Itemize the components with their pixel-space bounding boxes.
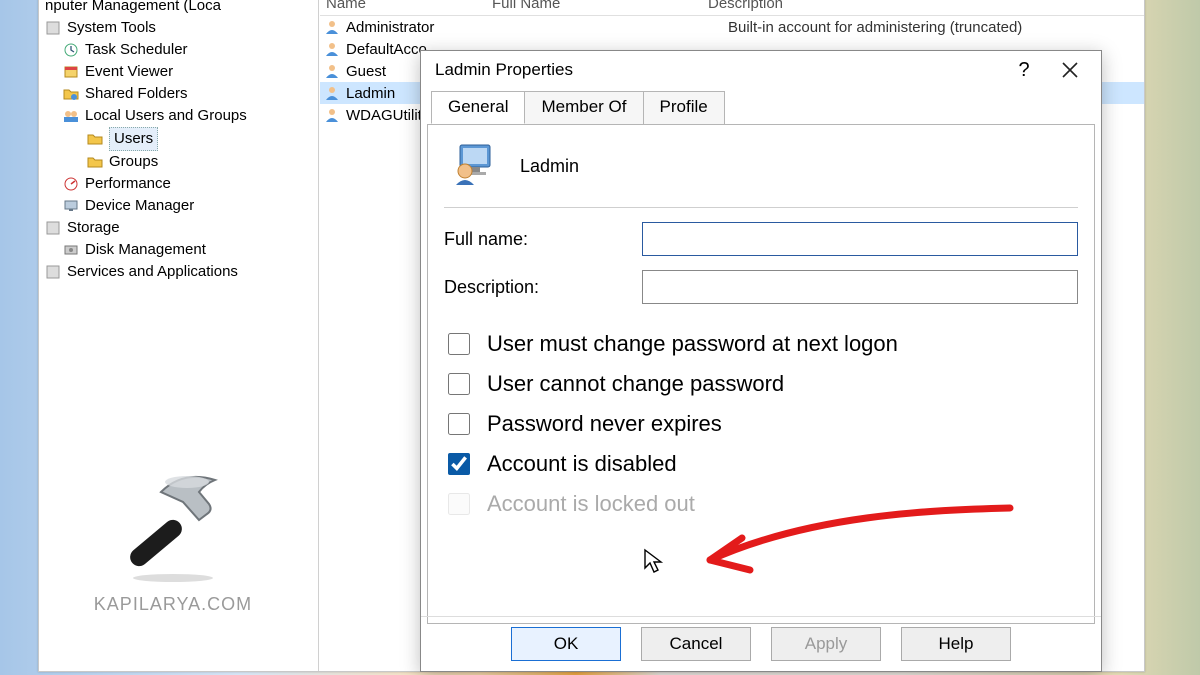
user-account-icon: [452, 141, 498, 191]
perf-icon: [63, 176, 79, 192]
device-icon: [63, 198, 79, 214]
checkbox-account-locked: Account is locked out: [444, 490, 1078, 518]
folder-icon: [87, 131, 103, 147]
fullname-input[interactable]: [642, 222, 1078, 256]
apply-button[interactable]: Apply: [771, 627, 881, 661]
description-input[interactable]: [642, 270, 1078, 304]
event-icon: [63, 64, 79, 80]
tree-item-label: Users: [109, 127, 158, 151]
user-name-cell: Administrator: [346, 19, 506, 36]
folder-share-icon: [63, 86, 79, 102]
tree-item-system-tools[interactable]: System Tools: [45, 17, 318, 39]
watermark: KAPILARYA.COM: [73, 462, 273, 615]
fullname-label: Full name:: [444, 229, 642, 250]
properties-dialog: Ladmin Properties ? General Member Of Pr…: [420, 50, 1102, 672]
dialog-tabs: General Member Of Profile: [421, 89, 1101, 124]
user-icon: [324, 19, 340, 35]
tree-root[interactable]: nputer Management (Loca: [45, 0, 318, 17]
help-button[interactable]: Help: [901, 627, 1011, 661]
user-row-administrator[interactable]: Administrator Built-in account for admini…: [320, 16, 1144, 38]
user-description-cell: Built-in account for administering (trun…: [728, 19, 1144, 36]
tab-member-of[interactable]: Member Of: [524, 91, 643, 124]
tree-item-event-viewer[interactable]: Event Viewer: [45, 61, 318, 83]
user-icon: [324, 85, 340, 101]
dialog-username: Ladmin: [520, 156, 579, 177]
tree-item-label: System Tools: [67, 17, 156, 39]
storage-icon: [45, 220, 61, 236]
tree-item-label: Event Viewer: [85, 61, 173, 83]
dialog-titlebar[interactable]: Ladmin Properties ?: [421, 51, 1101, 89]
checkbox-must-change-input[interactable]: [448, 333, 470, 355]
folder-icon: [87, 154, 103, 170]
column-headers[interactable]: Name Full Name Description: [320, 0, 1144, 16]
col-fullname[interactable]: Full Name: [486, 0, 702, 12]
close-icon[interactable]: [1047, 54, 1093, 86]
tree-item-label: Storage: [67, 217, 120, 239]
tree-item-device-manager[interactable]: Device Manager: [45, 195, 318, 217]
tree-item-label: Device Manager: [85, 195, 194, 217]
col-description[interactable]: Description: [702, 0, 1144, 12]
tab-general[interactable]: General: [431, 91, 525, 124]
tab-body-general: Ladmin Full name: Description: User must…: [427, 124, 1095, 624]
disk-icon: [63, 242, 79, 258]
help-icon[interactable]: ?: [1001, 54, 1047, 86]
checkbox-never-expires-input[interactable]: [448, 413, 470, 435]
ok-button[interactable]: OK: [511, 627, 621, 661]
tree-item-shared-folders[interactable]: Shared Folders: [45, 83, 318, 105]
hammer-icon: [113, 462, 233, 582]
checkbox-account-disabled-input[interactable]: [448, 453, 470, 475]
checkbox-cannot-change-input[interactable]: [448, 373, 470, 395]
tree-item-label: Performance: [85, 173, 171, 195]
tree-item-groups[interactable]: Groups: [45, 151, 318, 173]
tree-item-performance[interactable]: Performance: [45, 173, 318, 195]
checkbox-must-change[interactable]: User must change password at next logon: [444, 330, 1078, 358]
description-label: Description:: [444, 277, 642, 298]
tree-item-label: Shared Folders: [85, 83, 188, 105]
tab-profile[interactable]: Profile: [643, 91, 725, 124]
tree-item-storage[interactable]: Storage: [45, 217, 318, 239]
dialog-button-row: OK Cancel Apply Help: [421, 616, 1101, 667]
checkbox-cannot-change[interactable]: User cannot change password: [444, 370, 1078, 398]
checkbox-account-disabled[interactable]: Account is disabled: [444, 450, 1078, 478]
user-icon: [324, 107, 340, 123]
tree-item-label: Local Users and Groups: [85, 105, 247, 127]
user-icon: [324, 41, 340, 57]
tree-item-label: Services and Applications: [67, 261, 238, 283]
col-name[interactable]: Name: [320, 0, 486, 12]
tree-item-disk-management[interactable]: Disk Management: [45, 239, 318, 261]
wrench-icon: [45, 20, 61, 36]
users-group-icon: [63, 108, 79, 124]
services-icon: [45, 264, 61, 280]
tree-item-local-users-and-groups[interactable]: Local Users and Groups: [45, 105, 318, 127]
tree-item-label: Task Scheduler: [85, 39, 188, 61]
tree-item-users[interactable]: Users: [45, 127, 318, 151]
tree-item-services-and-applications[interactable]: Services and Applications: [45, 261, 318, 283]
cancel-button[interactable]: Cancel: [641, 627, 751, 661]
tree-item-label: Groups: [109, 151, 158, 173]
checkbox-never-expires[interactable]: Password never expires: [444, 410, 1078, 438]
dialog-title: Ladmin Properties: [435, 60, 1001, 80]
tree-item-label: Disk Management: [85, 239, 206, 261]
tree-item-task-scheduler[interactable]: Task Scheduler: [45, 39, 318, 61]
clock-icon: [63, 42, 79, 58]
checkbox-account-locked-input: [448, 493, 470, 515]
user-icon: [324, 63, 340, 79]
